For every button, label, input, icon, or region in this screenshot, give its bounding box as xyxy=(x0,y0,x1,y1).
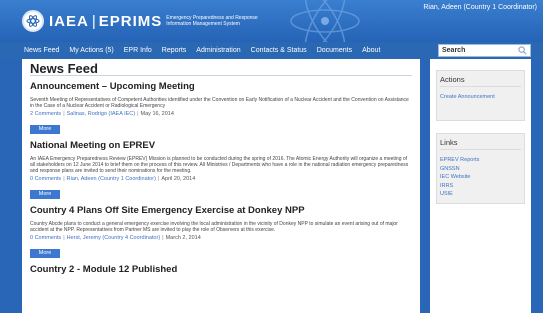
links-title: Links xyxy=(440,138,521,150)
article-body: An IAEA Emergency Preparedness Review (E… xyxy=(30,156,409,174)
link-gnssn[interactable]: GNSSN xyxy=(440,165,521,174)
actions-title: Actions xyxy=(440,75,521,87)
nav-epr-info[interactable]: EPR Info xyxy=(124,47,152,54)
link-eprev-reports[interactable]: EPREV Reports xyxy=(440,156,521,165)
nav-about[interactable]: About xyxy=(362,47,380,54)
link-irrs[interactable]: IRRS xyxy=(440,182,521,191)
news-feed-panel: News Feed Announcement – Upcoming Meetin… xyxy=(22,59,420,313)
comments-link[interactable]: 2 Comments xyxy=(30,111,61,117)
app-header: IAEA | EPRIMS Emergency Preparedness and… xyxy=(0,0,543,42)
news-article: Country 2 - Module 12 Published xyxy=(30,264,412,275)
logo-separator: | xyxy=(91,12,96,30)
more-button[interactable]: More xyxy=(30,249,60,258)
search-input[interactable]: Search xyxy=(438,44,531,57)
logo-subtitle: Emergency Preparedness and Response Info… xyxy=(166,15,276,27)
nav-my-actions[interactable]: My Actions (5) xyxy=(69,47,113,54)
atom-watermark-icon xyxy=(290,0,360,42)
right-sidebar: Actions Create Announcement Links EPREV … xyxy=(430,59,531,313)
article-meta: 2 Comments | Salinas, Rodrigo (IAEA IEC) | M… xyxy=(30,111,174,117)
logo-eprims-text: EPRIMS xyxy=(98,12,163,30)
news-article: National Meeting on EPREV An IAEA Emerge… xyxy=(30,140,412,200)
article-meta: 0 Comments | Herst, Jeremy (Country 4 Coor… xyxy=(30,235,201,241)
link-iec-website[interactable]: IEC Website xyxy=(440,173,521,182)
links-widget: Links EPREV Reports GNSSN IEC Website IR… xyxy=(436,133,525,204)
link-usie[interactable]: USIE xyxy=(440,190,521,199)
nav-news-feed[interactable]: News Feed xyxy=(24,47,59,54)
article-body: Country Abcde plans to conduct a general… xyxy=(30,221,398,233)
article-body: Seventh Meeting of Representatives of Co… xyxy=(30,97,409,109)
page-title: News Feed xyxy=(30,59,412,76)
nav-reports[interactable]: Reports xyxy=(162,47,187,54)
search-icon[interactable] xyxy=(518,46,527,55)
logo-iaea-text: IAEA xyxy=(49,12,89,30)
iaea-seal-icon xyxy=(22,10,44,32)
article-date: March 2, 2014 xyxy=(165,235,201,241)
logo-subtitle-line2: Information Management System xyxy=(166,21,240,27)
author-link[interactable]: Salinas, Rodrigo (IAEA IEC) xyxy=(67,111,135,117)
article-title[interactable]: National Meeting on EPREV xyxy=(30,140,412,151)
nav-contacts-status[interactable]: Contacts & Status xyxy=(251,47,307,54)
current-user[interactable]: Rian, Adeen (Country 1 Coordinator) xyxy=(423,4,537,11)
article-meta: 0 Comments | Rian, Adeen (Country 1 Coordi… xyxy=(30,176,196,182)
more-button[interactable]: More xyxy=(30,190,60,199)
article-title[interactable]: Announcement – Upcoming Meeting xyxy=(30,81,412,92)
author-link[interactable]: Rian, Adeen (Country 1 Coordinator) xyxy=(67,176,156,182)
news-article: Announcement – Upcoming Meeting Seventh … xyxy=(30,81,412,135)
more-button[interactable]: More xyxy=(30,125,60,134)
app-logo[interactable]: IAEA | EPRIMS Emergency Preparedness and… xyxy=(22,10,276,32)
article-title[interactable]: Country 2 - Module 12 Published xyxy=(30,264,412,275)
article-date: May 16, 2014 xyxy=(140,111,174,117)
comments-link[interactable]: 0 Comments xyxy=(30,176,61,182)
news-article: Country 4 Plans Off Site Emergency Exerc… xyxy=(30,205,412,259)
actions-widget: Actions Create Announcement xyxy=(436,70,525,121)
main-nav: News Feed My Actions (5) EPR Info Report… xyxy=(0,42,543,59)
article-date: April 20, 2014 xyxy=(161,176,196,182)
nav-documents[interactable]: Documents xyxy=(317,47,352,54)
nav-administration[interactable]: Administration xyxy=(196,47,240,54)
article-title[interactable]: Country 4 Plans Off Site Emergency Exerc… xyxy=(30,205,412,216)
comments-link[interactable]: 0 Comments xyxy=(30,235,61,241)
author-link[interactable]: Herst, Jeremy (Country 4 Coordinator) xyxy=(67,235,161,241)
search-input-value: Search xyxy=(442,47,466,54)
create-announcement-link[interactable]: Create Announcement xyxy=(440,93,521,102)
